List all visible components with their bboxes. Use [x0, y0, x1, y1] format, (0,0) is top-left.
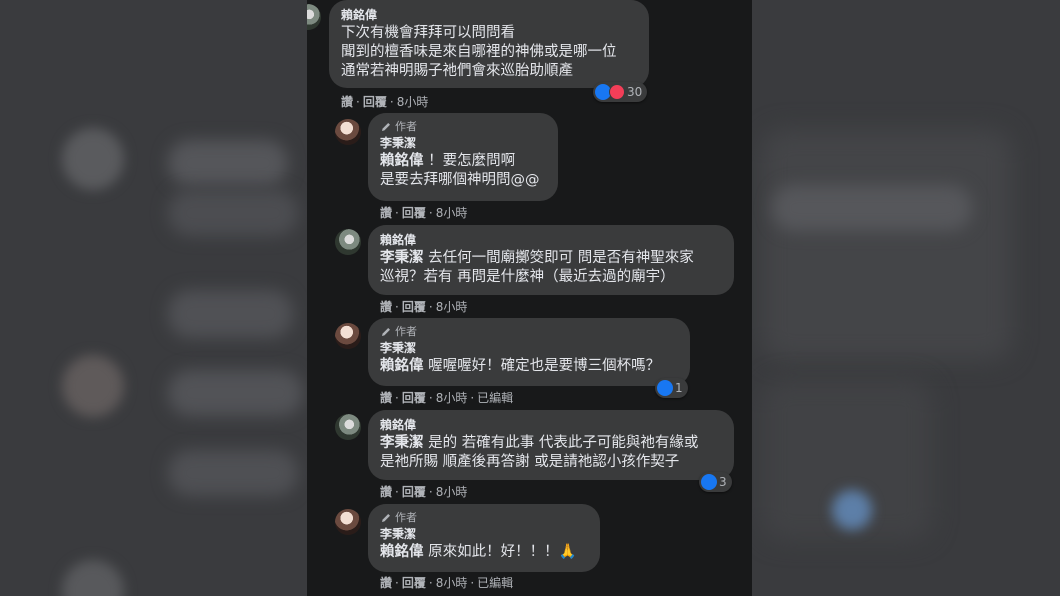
commenter-name[interactable]: 李秉潔: [380, 135, 546, 152]
author-badge-label: 作者: [395, 325, 417, 338]
author-badge: 作者: [380, 120, 546, 134]
pencil-icon: [382, 514, 390, 522]
author-badge: 作者: [380, 325, 678, 339]
reply-button[interactable]: 回覆: [363, 95, 387, 109]
comment-bubble: 作者 李秉潔 賴銘偉 ！要怎麼問啊 是要去拜哪個神明問@@: [368, 113, 558, 201]
timestamp[interactable]: 8小時: [436, 391, 468, 405]
edited-label: 已編輯: [477, 576, 514, 590]
like-button[interactable]: 讚: [380, 300, 392, 314]
reaction-count: 1: [675, 381, 683, 395]
comment-actions: 讚 · 回覆 · 8小時 · 已編輯: [380, 576, 514, 590]
like-reaction-icon: [657, 380, 673, 396]
commenter-name[interactable]: 賴銘偉: [341, 7, 637, 24]
mention-link[interactable]: 李秉潔: [380, 250, 424, 266]
timestamp[interactable]: 8小時: [436, 300, 468, 314]
timestamp[interactable]: 8小時: [436, 485, 468, 499]
pencil-icon: [382, 123, 390, 131]
comment-text-line: 通常若神明賜子祂們會來巡胎助順產: [341, 63, 573, 79]
comment-actions: 讚 · 回覆 · 8小時: [380, 300, 468, 314]
reaction-summary[interactable]: 30: [593, 82, 648, 102]
edited-label: 已編輯: [477, 391, 514, 405]
mention-link[interactable]: 賴銘偉: [380, 358, 424, 374]
reply-button[interactable]: 回覆: [402, 576, 426, 590]
reaction-summary[interactable]: 1: [655, 378, 688, 398]
comment-text-line: 賴銘偉 ！要怎麼問啊: [380, 152, 546, 171]
commenter-name[interactable]: 李秉潔: [380, 526, 588, 543]
comment-text-line: 下次有機會拜拜可以問問看: [341, 25, 515, 41]
comment-text: 喔喔喔好！確定也是要博三個杯嗎？: [423, 358, 661, 374]
comment-text-line: 巡視？若有 再問是什麼神（最近去過的廟宇）: [380, 269, 675, 285]
comment-actions: 讚 · 回覆 · 8小時: [380, 485, 468, 499]
avatar[interactable]: [307, 4, 321, 30]
avatar[interactable]: [335, 229, 361, 255]
mention-link[interactable]: 賴銘偉: [380, 153, 424, 169]
timestamp[interactable]: 8小時: [436, 206, 468, 220]
comment-text: 是的 若確有此事 代表此子可能與祂有緣或: [423, 435, 699, 451]
commenter-name[interactable]: 賴銘偉: [380, 232, 722, 249]
comment-text-line: 是祂所賜 順產後再答謝 或是請祂認小孩作契子: [380, 454, 680, 470]
reply-button[interactable]: 回覆: [402, 485, 426, 499]
commenter-name[interactable]: 李秉潔: [380, 340, 678, 357]
comment-text: 去任何一間廟擲筊即可 問是否有神聖來家: [423, 250, 694, 266]
comment-actions: 讚 · 回覆 · 8小時: [341, 95, 429, 109]
timestamp[interactable]: 8小時: [436, 576, 468, 590]
comment-text-line: 聞到的檀香味是來自哪裡的神佛或是哪一位: [341, 44, 617, 60]
comment-thread: 賴銘偉 下次有機會拜拜可以問問看 聞到的檀香味是來自哪裡的神佛或是哪一位 通常若…: [307, 0, 752, 596]
comment-actions: 讚 · 回覆 · 8小時: [380, 206, 468, 220]
reaction-summary[interactable]: 3: [699, 472, 732, 492]
author-badge-label: 作者: [395, 120, 417, 133]
like-button[interactable]: 讚: [380, 391, 392, 405]
comment-text-line: 李秉潔 去任何一間廟擲筊即可 問是否有神聖來家: [380, 249, 722, 268]
comment-text: 原來如此！好！！！🙏: [423, 544, 577, 560]
comment-bubble: 賴銘偉 下次有機會拜拜可以問問看 聞到的檀香味是來自哪裡的神佛或是哪一位 通常若…: [329, 0, 649, 88]
comment-actions: 讚 · 回覆 · 8小時 · 已編輯: [380, 391, 514, 405]
love-reaction-icon: [609, 84, 625, 100]
like-button[interactable]: 讚: [380, 576, 392, 590]
timestamp[interactable]: 8小時: [397, 95, 429, 109]
comment-text-line: 賴銘偉 喔喔喔好！確定也是要博三個杯嗎？: [380, 357, 678, 376]
mention-link[interactable]: 李秉潔: [380, 435, 424, 451]
like-button[interactable]: 讚: [380, 485, 392, 499]
author-badge: 作者: [380, 511, 588, 525]
comment-bubble: 作者 李秉潔 賴銘偉 喔喔喔好！確定也是要博三個杯嗎？: [368, 318, 690, 386]
reply-button[interactable]: 回覆: [402, 391, 426, 405]
comment-bubble: 作者 李秉潔 賴銘偉 原來如此！好！！！🙏: [368, 504, 600, 572]
blurred-background-left: [0, 0, 307, 596]
avatar[interactable]: [335, 119, 361, 145]
reply-button[interactable]: 回覆: [402, 206, 426, 220]
pencil-icon: [382, 328, 390, 336]
reaction-count: 3: [719, 475, 727, 489]
comment-text-line: 李秉潔 是的 若確有此事 代表此子可能與祂有緣或: [380, 434, 722, 453]
like-button[interactable]: 讚: [380, 206, 392, 220]
author-badge-label: 作者: [395, 511, 417, 524]
mention-link[interactable]: 賴銘偉: [380, 544, 424, 560]
blurred-background-right: [752, 0, 1060, 596]
reaction-count: 30: [627, 85, 643, 99]
comment-text-line: 賴銘偉 原來如此！好！！！🙏: [380, 543, 588, 562]
like-button[interactable]: 讚: [341, 95, 353, 109]
like-reaction-icon: [701, 474, 717, 490]
avatar[interactable]: [335, 414, 361, 440]
commenter-name[interactable]: 賴銘偉: [380, 417, 722, 434]
avatar[interactable]: [335, 323, 361, 349]
comment-text-line: 是要去拜哪個神明問@@: [380, 172, 540, 188]
reply-button[interactable]: 回覆: [402, 300, 426, 314]
comment-text: ！要怎麼問啊: [423, 153, 516, 169]
comment-bubble: 賴銘偉 李秉潔 去任何一間廟擲筊即可 問是否有神聖來家 巡視？若有 再問是什麼神…: [368, 225, 734, 295]
avatar[interactable]: [335, 509, 361, 535]
comment-bubble: 賴銘偉 李秉潔 是的 若確有此事 代表此子可能與祂有緣或 是祂所賜 順產後再答謝…: [368, 410, 734, 480]
